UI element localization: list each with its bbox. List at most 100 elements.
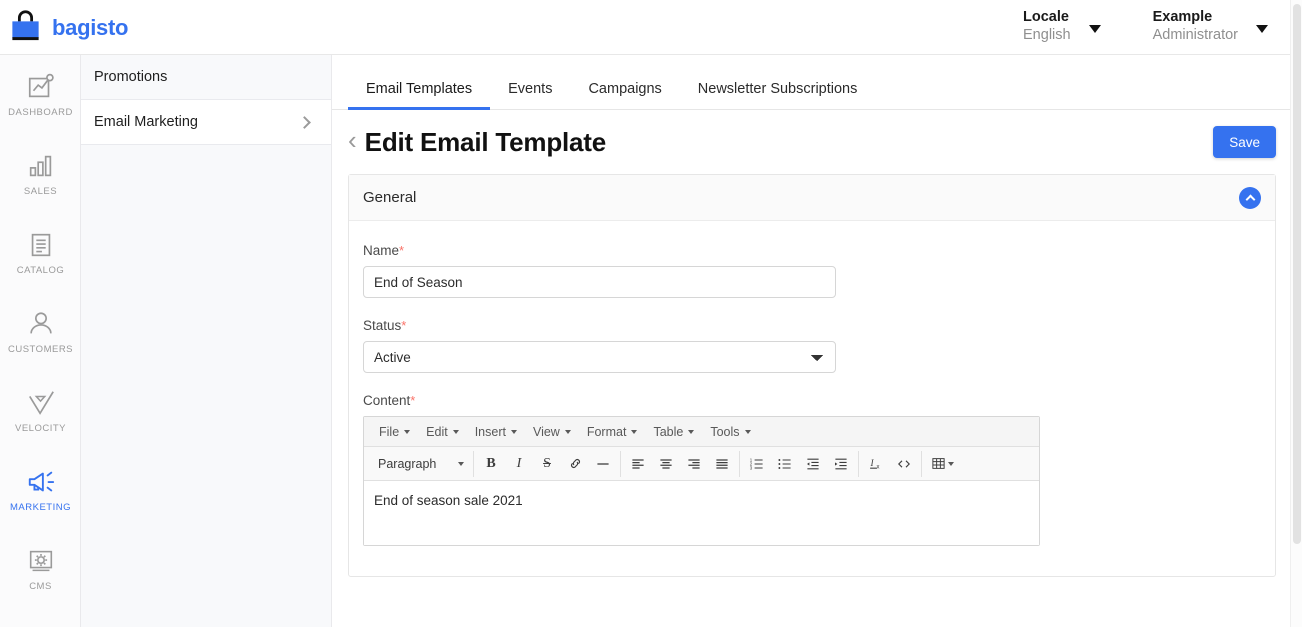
align-center-button[interactable] [652,451,680,477]
save-button[interactable]: Save [1213,126,1276,158]
top-header-bar: bagisto Locale English Example Administr… [0,0,1290,55]
shopping-bag-icon [8,10,43,45]
tab-label: Campaigns [588,81,661,97]
locale-label: Locale [1023,8,1071,26]
tab-label: Newsletter Subscriptions [698,81,858,97]
submenu-label: Email Marketing [94,114,198,130]
submenu-item-email-marketing[interactable]: Email Marketing [81,100,331,145]
chevron-down-icon [688,430,694,434]
increase-indent-button[interactable] [827,451,855,477]
toolbar-group-inline: B I S [474,451,621,477]
format-select-value: Paragraph [378,457,436,471]
chevron-right-icon [298,116,311,129]
menu-label: Table [653,425,683,439]
chevron-left-icon[interactable]: ‹ [348,127,357,153]
menu-label: Format [587,425,627,439]
locale-value: English [1023,26,1071,44]
toolbar-group-format-select: Paragraph [369,451,474,477]
strikethrough-button[interactable]: S [533,451,561,477]
sidebar-label: CMS [29,581,52,592]
marketing-megaphone-icon [26,467,56,497]
sidebar-item-cms[interactable]: CMS [0,529,81,608]
menu-format[interactable]: Format [580,421,645,443]
tab-campaigns[interactable]: Campaigns [570,81,679,109]
link-button[interactable] [561,451,589,477]
decrease-indent-button[interactable] [799,451,827,477]
align-justify-icon [714,456,730,472]
brand-logo[interactable]: bagisto [8,10,128,45]
brand-name: bagisto [52,15,128,41]
link-icon [568,456,583,471]
sidebar-item-catalog[interactable]: CATALOG [0,213,81,292]
align-left-button[interactable] [624,451,652,477]
paragraph-format-select[interactable]: Paragraph [372,451,470,477]
chevron-down-icon [565,430,571,434]
page-scrollbar[interactable] [1290,0,1302,627]
name-label: Name* [363,243,1261,258]
menu-file[interactable]: File [372,421,417,443]
bullet-list-button[interactable] [771,451,799,477]
menu-view[interactable]: View [526,421,578,443]
numbered-list-button[interactable]: 1 2 3 [743,451,771,477]
sidebar-item-dashboard[interactable]: DASHBOARD [0,55,81,134]
italic-button[interactable]: I [505,451,533,477]
tab-label: Email Templates [366,81,472,97]
panel-collapse-button[interactable] [1239,187,1261,209]
menu-insert[interactable]: Insert [468,421,524,443]
sidebar-item-sales[interactable]: SALES [0,134,81,213]
align-justify-button[interactable] [708,451,736,477]
content-field-group: Content* File Edit Insert [363,393,1261,546]
align-right-icon [686,456,702,472]
sidebar-item-customers[interactable]: CUSTOMERS [0,292,81,371]
sidebar-item-velocity[interactable]: VELOCITY [0,371,81,450]
align-right-button[interactable] [680,451,708,477]
table-icon [931,456,946,471]
chevron-down-icon [948,462,954,466]
account-role: Administrator [1153,26,1238,44]
customers-person-icon [26,309,56,339]
editor-toolbar: Paragraph B I S [364,447,1039,481]
locale-switcher[interactable]: Locale English [1023,8,1101,44]
menu-label: File [379,425,399,439]
sidebar-item-marketing[interactable]: MARKETING [0,450,81,529]
sidebar-label: VELOCITY [15,423,66,434]
menu-label: Tools [710,425,739,439]
clear-formatting-button[interactable]: I x [862,451,890,477]
name-field-group: Name* [363,243,1261,298]
menu-table[interactable]: Table [646,421,701,443]
tab-newsletter-subscriptions[interactable]: Newsletter Subscriptions [680,81,876,109]
chevron-down-icon [404,430,410,434]
scrollbar-thumb[interactable] [1293,4,1301,544]
primary-sidebar: DASHBOARD SALES CATALOG CUSTOMERS VELOCI… [0,55,81,627]
svg-text:I: I [869,459,874,469]
source-code-button[interactable] [890,451,918,477]
tab-events[interactable]: Events [490,81,570,109]
editor-content-area[interactable]: End of season sale 2021 [364,481,1039,545]
menu-label: View [533,425,560,439]
submenu-item-promotions[interactable]: Promotions [81,55,331,100]
dashboard-icon [26,72,56,102]
tab-email-templates[interactable]: Email Templates [348,81,490,109]
locale-text-block: Locale English [1023,8,1071,44]
menu-label: Edit [426,425,448,439]
sidebar-label: CATALOG [17,265,65,276]
align-center-icon [658,456,674,472]
tab-bar: Email Templates Events Campaigns Newslet… [332,55,1290,110]
numbered-list-icon: 1 2 3 [749,456,765,472]
chevron-down-icon [1256,25,1268,33]
bold-button[interactable]: B [477,451,505,477]
secondary-sidebar: Promotions Email Marketing [81,55,332,627]
chevron-down-icon [631,430,637,434]
chevron-down-icon [511,430,517,434]
name-label-text: Name [363,243,399,258]
name-input[interactable] [363,266,836,298]
page-title: Edit Email Template [365,127,606,158]
status-select[interactable]: Active [363,341,836,373]
chevron-up-icon [1245,195,1255,205]
table-button[interactable] [925,451,959,477]
menu-tools[interactable]: Tools [703,421,757,443]
account-menu[interactable]: Example Administrator [1153,8,1268,44]
horizontal-rule-button[interactable] [589,451,617,477]
account-text-block: Example Administrator [1153,8,1238,44]
menu-edit[interactable]: Edit [419,421,466,443]
